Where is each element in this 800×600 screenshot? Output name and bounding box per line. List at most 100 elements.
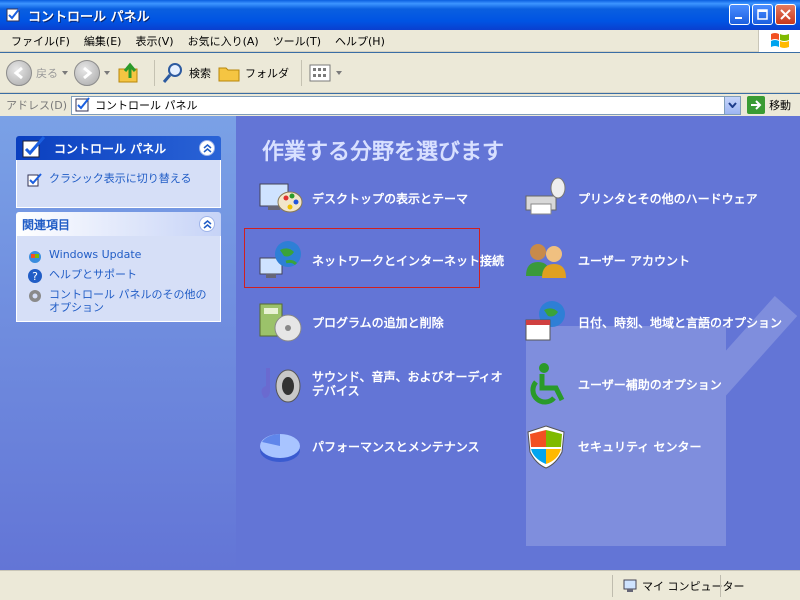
maximize-button[interactable] <box>752 4 773 25</box>
folder-icon <box>218 67 240 81</box>
category-security-center[interactable]: セキュリティ センター <box>522 422 701 470</box>
menu-view[interactable]: 表示(V) <box>128 33 180 49</box>
category-appearance-label: デスクトップの表示とテーマ <box>312 191 469 206</box>
back-dropdown-icon[interactable] <box>62 70 68 75</box>
category-user-accounts[interactable]: ユーザー アカウント <box>522 236 690 284</box>
svg-text:?: ? <box>32 270 38 283</box>
windows-flag-icon <box>770 33 789 48</box>
category-security-center-label: セキュリティ センター <box>578 439 702 454</box>
chevron-up-double-icon <box>203 219 211 229</box>
folder-up-icon <box>118 62 138 82</box>
control-panel-box-body: クラシック表示に切り替える <box>16 160 221 208</box>
chevron-up-double-icon <box>203 143 211 153</box>
control-panel-box: コントロール パネル クラシック表示に切り替える <box>16 136 221 208</box>
users-icon <box>526 244 566 278</box>
minimize-icon <box>735 17 742 19</box>
control-panel-box-header[interactable]: コントロール パネル <box>16 136 221 160</box>
related-box-body: Windows Update ? ヘルプとサポート コントロール パネルのその他… <box>16 236 221 322</box>
window-title: コントロール パネル <box>28 9 150 25</box>
related-box-header[interactable]: 関連項目 <box>16 212 221 236</box>
category-printers-label: プリンタとその他のハードウェア <box>578 191 758 206</box>
other-options-link[interactable]: コントロール パネルのその他のオプション <box>27 288 212 314</box>
help-support-link[interactable]: ? ヘルプとサポート <box>27 268 212 284</box>
control-panel-icon <box>22 136 46 158</box>
address-bar: アドレス(D) コントロール パネル 移動 <box>0 94 800 116</box>
page-heading: 作業する分野を選びます <box>262 140 505 165</box>
folders-button[interactable]: フォルダ <box>217 61 289 85</box>
category-sounds[interactable]: サウンド、音声、およびオーディオ デバイス <box>256 360 516 408</box>
speaker-music-icon <box>261 368 301 403</box>
classic-view-label: クラシック表示に切り替える <box>49 172 192 185</box>
help-support-label: ヘルプとサポート <box>49 268 137 281</box>
toolbar: 戻る 検索 フォルダ <box>0 53 800 93</box>
classic-view-link[interactable]: クラシック表示に切り替える <box>27 172 212 188</box>
views-button[interactable] <box>308 62 342 84</box>
help-icon: ? <box>28 269 42 283</box>
forward-arrow-icon <box>74 59 100 86</box>
related-box-title: 関連項目 <box>22 217 71 232</box>
category-accessibility-label: ユーザー補助のオプション <box>578 377 722 392</box>
windows-update-link[interactable]: Windows Update <box>27 248 212 264</box>
desktop-theme-icon <box>259 183 303 213</box>
menu-tools[interactable]: ツール(T) <box>266 33 328 49</box>
up-button[interactable] <box>116 60 142 86</box>
menu-edit[interactable]: 編集(E) <box>77 33 129 49</box>
category-performance-label: パフォーマンスとメンテナンス <box>312 439 480 454</box>
minimize-button[interactable] <box>729 4 750 25</box>
close-button[interactable] <box>775 4 796 25</box>
category-user-accounts-label: ユーザー アカウント <box>578 253 690 268</box>
network-globe-icon <box>259 241 301 278</box>
views-dropdown-icon[interactable] <box>336 70 342 75</box>
gear-icon <box>29 290 41 302</box>
status-zone-label: マイ コンピューター <box>642 580 745 593</box>
category-programs[interactable]: プログラムの追加と削除 <box>256 298 444 346</box>
category-network[interactable]: ネットワークとインターネット接続 <box>256 236 504 284</box>
category-date-time-label: 日付、時刻、地域と言語のオプション <box>578 315 783 330</box>
title-bar: コントロール パネル <box>0 0 800 30</box>
status-bar: マイ コンピューター <box>0 570 800 600</box>
windows-update-label: Windows Update <box>49 248 142 261</box>
category-sounds-label: サウンド、音声、およびオーディオ デバイス <box>312 370 503 398</box>
address-input[interactable]: コントロール パネル <box>71 95 742 115</box>
forward-dropdown-icon[interactable] <box>104 70 110 75</box>
category-appearance[interactable]: デスクトップの表示とテーマ <box>256 174 468 222</box>
status-divider <box>612 575 613 597</box>
folders-label: フォルダ <box>245 66 289 80</box>
go-label: 移動 <box>769 99 792 112</box>
close-icon <box>780 9 791 20</box>
related-box: 関連項目 Windows Update ? ヘルプとサポート コントロール パネ… <box>16 212 221 322</box>
category-accessibility[interactable]: ユーザー補助のオプション <box>522 360 722 408</box>
category-programs-label: プログラムの追加と削除 <box>312 315 444 330</box>
search-label: 検索 <box>189 66 211 80</box>
toolbar-separator <box>301 59 302 86</box>
menu-file[interactable]: ファイル(F) <box>4 33 77 49</box>
menu-favorites[interactable]: お気に入り(A) <box>181 33 266 49</box>
task-pane: コントロール パネル クラシック表示に切り替える 関連項目 Windows Up… <box>0 116 236 570</box>
pie-chart-icon <box>260 434 300 462</box>
category-date-time[interactable]: 日付、時刻、地域と言語のオプション <box>522 298 782 346</box>
printer-mouse-icon <box>525 177 566 215</box>
address-label: アドレス(D) <box>6 99 68 112</box>
forward-button[interactable] <box>74 59 110 86</box>
calendar-globe-icon <box>525 301 565 341</box>
status-zone: マイ コンピューター <box>622 578 745 594</box>
status-divider <box>720 575 721 597</box>
menu-bar: ファイル(F) 編集(E) 表示(V) お気に入り(A) ツール(T) ヘルプ(… <box>0 30 800 52</box>
maximize-icon <box>757 9 768 20</box>
address-value: コントロール パネル <box>95 99 198 112</box>
address-dropdown-button[interactable] <box>724 96 741 114</box>
go-button[interactable]: 移動 <box>747 96 791 114</box>
category-performance[interactable]: パフォーマンスとメンテナンス <box>256 422 480 470</box>
category-printers[interactable]: プリンタとその他のハードウェア <box>522 174 758 222</box>
other-options-label: コントロール パネルのその他のオプション <box>49 288 207 314</box>
windows-update-icon <box>29 251 41 263</box>
collapse-button[interactable] <box>199 216 215 232</box>
control-panel-box-title: コントロール パネル <box>54 141 167 156</box>
category-network-label: ネットワークとインターネット接続 <box>312 253 505 268</box>
collapse-button[interactable] <box>199 140 215 156</box>
back-button[interactable]: 戻る <box>6 59 68 86</box>
search-icon <box>162 62 182 83</box>
accessibility-icon <box>530 363 565 405</box>
search-button[interactable]: 検索 <box>161 61 211 85</box>
menu-help[interactable]: ヘルプ(H) <box>328 33 392 49</box>
